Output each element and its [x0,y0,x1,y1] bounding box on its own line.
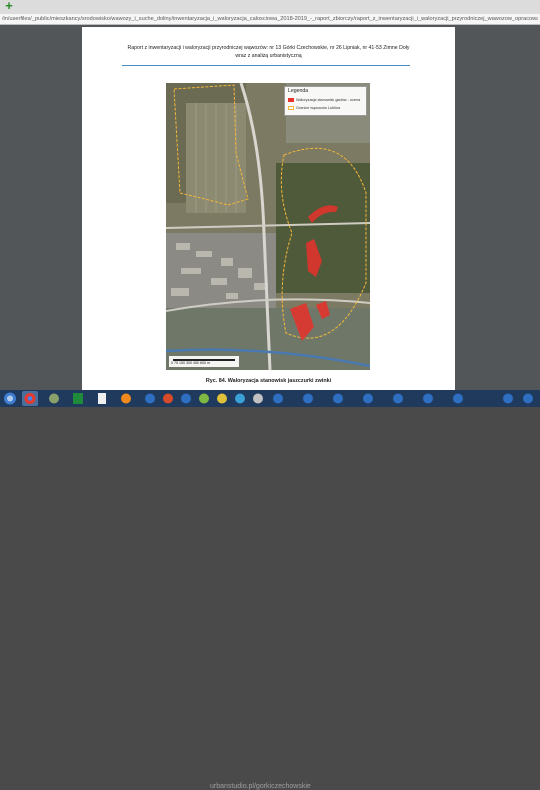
watermark-text: urbanstudio.pl/gorkiczechowskie [210,783,311,790]
document-header-line1: Raport z inwentaryzacji i waloryzacji pr… [127,45,410,51]
address-bar[interactable]: /in/userfiles/_public/mieszkancy/srodowi… [0,14,540,25]
app-icon [453,393,463,404]
app-icon [199,393,209,404]
start-button[interactable] [2,391,18,406]
legend-item-label: Granice wąwozów Lublina [296,106,341,110]
browser-icon [163,393,173,404]
orange-app-taskbar-icon[interactable] [118,391,134,406]
app-taskbar-icon-10[interactable] [330,391,346,406]
app-icon [253,393,263,404]
app-taskbar-icon-16[interactable] [520,391,536,406]
app-taskbar-icon-14[interactable] [450,391,466,406]
app-taskbar-icon[interactable] [46,391,62,406]
app-icon [49,393,59,404]
app-icon [273,393,283,404]
app-icon [503,393,513,404]
legend-item-label: Waloryzacja stanowisk gadów - ocena [296,98,361,102]
document-header: Raport z inwentaryzacji i waloryzacji pr… [102,44,435,60]
chrome-icon [24,393,36,404]
legend-item-reptile-sites: Waloryzacja stanowisk gadów - ocena [288,97,364,103]
windows-icon [4,392,16,405]
url-text[interactable]: /in/userfiles/_public/mieszkancy/srodowi… [2,15,538,24]
notepad-icon [98,393,106,404]
chrome-taskbar-icon[interactable] [22,391,38,406]
app-taskbar-icon-15[interactable] [500,391,516,406]
app-icon [333,393,343,404]
map-legend: Legenda Waloryzacja stanowisk gadów - oc… [284,86,367,116]
figure-caption: Ryc. 84. Waloryzacja stanowisk jaszczurk… [205,378,332,384]
browser-taskbar-icon-3[interactable] [178,391,194,406]
app-taskbar-icon-5[interactable] [214,391,230,406]
pdf-viewer[interactable]: Raport z inwentaryzacji i waloryzacji pr… [0,25,540,390]
app-icon [217,393,227,404]
app-icon [363,393,373,404]
taskbar: urbanstudio.pl/gorkiczechowskie [0,390,540,790]
app-icon [303,393,313,404]
browser-taskbar-icon-2[interactable] [160,391,176,406]
app-taskbar-icon-6[interactable] [232,391,248,406]
app-icon [235,393,245,404]
legend-swatch-orange-dashed [288,106,294,110]
app-icon [423,393,433,404]
tab-strip: + [0,0,540,14]
header-divider [122,65,410,66]
app-icon [393,393,403,404]
excel-taskbar-icon[interactable] [70,391,86,406]
app-taskbar-icon-7[interactable] [250,391,266,406]
map-figure: Legenda Waloryzacja stanowisk gadów - oc… [166,83,370,370]
map-scale-bar: 0 75 150 300 450 600 m [169,356,239,367]
new-tab-button[interactable]: + [3,0,15,12]
notepad-taskbar-icon[interactable] [94,391,110,406]
app-icon [523,393,533,404]
browser-icon [181,393,191,404]
aerial-map-image [166,83,370,370]
document-header-line2: wraz z analizą urbanistyczną [235,53,302,59]
pdf-page: Raport z inwentaryzacji i waloryzacji pr… [82,27,455,390]
app-taskbar-icon-11[interactable] [360,391,376,406]
app-taskbar-icon-4[interactable] [196,391,212,406]
browser-icon [145,393,155,404]
app-taskbar-icon-8[interactable] [270,391,286,406]
app-taskbar-icon-12[interactable] [390,391,406,406]
legend-swatch-red [288,98,294,102]
app-taskbar-icon-13[interactable] [420,391,436,406]
legend-title: Legenda [288,88,309,94]
app-taskbar-icon-9[interactable] [300,391,316,406]
legend-item-ravine-boundaries: Granice wąwozów Lublina [288,105,364,111]
browser-taskbar-icon-1[interactable] [142,391,158,406]
orange-app-icon [121,393,131,404]
spreadsheet-icon [73,393,83,404]
scale-labels: 0 75 150 300 450 600 m [171,361,210,365]
